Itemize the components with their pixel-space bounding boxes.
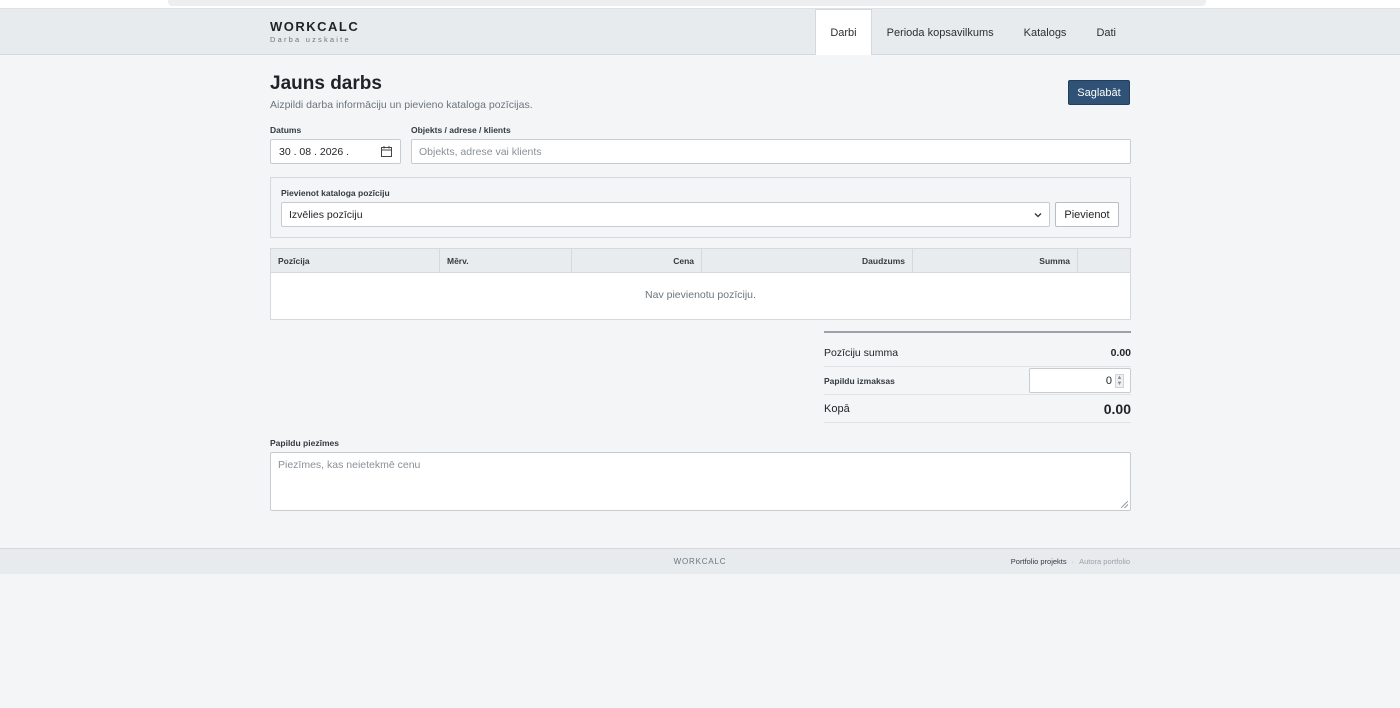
page-subtitle: Aizpildi darba informāciju un pievieno k… xyxy=(270,99,533,111)
footer-brand: WORKCALC xyxy=(673,557,727,566)
notes-textarea[interactable]: Piezīmes, kas neietekmē cenu xyxy=(270,452,1131,511)
total-value: 0.00 xyxy=(1103,401,1131,417)
object-input[interactable]: Objekts, adrese vai klients xyxy=(411,139,1131,164)
extra-costs-label: Papildu izmaksas xyxy=(824,376,895,386)
col-actions xyxy=(1078,249,1130,272)
nav-darbi[interactable]: Darbi xyxy=(815,9,872,55)
browser-top-strip xyxy=(0,0,1400,9)
totals-divider xyxy=(824,331,1131,333)
nav-katalogs[interactable]: Katalogs xyxy=(1009,9,1082,55)
brand[interactable]: WORKCALC Darba uzskaite xyxy=(270,19,360,45)
items-sum-row: Pozīciju summa 0.00 xyxy=(824,339,1131,367)
app-header: WORKCALC Darba uzskaite Darbi Perioda ko… xyxy=(0,9,1400,55)
app-footer: WORKCALC Portfolio projekts · Autora por… xyxy=(0,548,1400,574)
date-field[interactable]: 30 . 08 . 2026 . xyxy=(270,139,401,164)
items-sum-label: Pozīciju summa xyxy=(824,347,899,359)
add-item-button[interactable]: Pievienot xyxy=(1055,202,1119,227)
table-header: Pozīcija Mērv. Cena Daudzums Summa xyxy=(271,249,1130,273)
nav-perioda-kopsavilkums[interactable]: Perioda kopsavilkums xyxy=(872,9,1009,55)
col-cena: Cena xyxy=(572,249,702,272)
number-spinner-icon[interactable]: ▲ ▼ xyxy=(1115,373,1124,388)
chevron-down-icon xyxy=(1034,212,1042,217)
resize-handle-icon[interactable] xyxy=(1121,501,1128,508)
total-row: Kopā 0.00 xyxy=(824,395,1131,423)
catalog-select-value: Izvēlies pozīciju xyxy=(289,208,363,221)
object-label: Objekts / adrese / klients xyxy=(411,125,511,135)
notes-label: Papildu piezīmes xyxy=(270,438,339,448)
date-label: Datums xyxy=(270,125,302,135)
items-table: Pozīcija Mērv. Cena Daudzums Summa Nav p… xyxy=(270,248,1131,320)
items-sum-value: 0.00 xyxy=(1110,347,1131,359)
footer-link-portfolio-project[interactable]: Portfolio projekts xyxy=(1011,557,1067,566)
save-button[interactable]: Saglabāt xyxy=(1068,80,1130,105)
notes-placeholder: Piezīmes, kas neietekmē cenu xyxy=(278,459,421,471)
main-nav: Darbi Perioda kopsavilkums Katalogs Dati xyxy=(815,9,1131,55)
extra-costs-input[interactable]: 0 ▲ ▼ xyxy=(1029,368,1131,393)
col-merv: Mērv. xyxy=(440,249,572,272)
footer-link-author-portfolio[interactable]: Autora portfolio xyxy=(1079,557,1130,566)
col-daudzums: Daudzums xyxy=(702,249,913,272)
brand-name: WORKCALC xyxy=(270,19,360,34)
catalog-label: Pievienot kataloga pozīciju xyxy=(281,188,390,198)
calendar-icon[interactable] xyxy=(381,146,392,157)
extra-costs-row: Papildu izmaksas 0 ▲ ▼ xyxy=(824,367,1131,395)
brand-tagline: Darba uzskaite xyxy=(270,35,351,44)
catalog-select[interactable]: Izvēlies pozīciju xyxy=(281,202,1050,227)
total-label: Kopā xyxy=(824,403,850,415)
footer-links: Portfolio projekts · Autora portfolio xyxy=(1011,557,1130,566)
nav-dati[interactable]: Dati xyxy=(1081,9,1131,55)
col-pozicija: Pozīcija xyxy=(271,249,440,272)
empty-state: Nav pievienotu pozīciju. xyxy=(645,289,756,301)
page-title: Jauns darbs xyxy=(270,73,382,94)
col-summa: Summa xyxy=(913,249,1078,272)
browser-url-bar[interactable] xyxy=(168,0,1206,6)
extra-costs-value: 0 xyxy=(1105,374,1112,387)
date-value: 30 . 08 . 2026 . xyxy=(279,145,350,158)
footer-separator: · xyxy=(1071,557,1075,566)
